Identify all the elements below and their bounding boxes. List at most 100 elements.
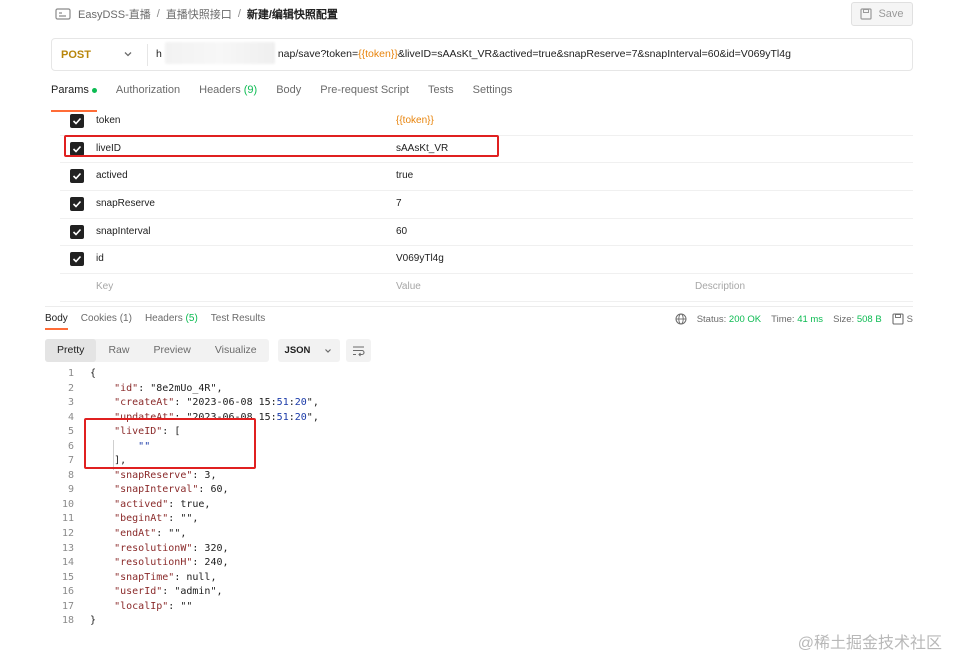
save-icon: [860, 8, 873, 20]
response-code[interactable]: 1{2 "id": "8e2mUo_4R", 3 "createAt": "202…: [45, 367, 319, 629]
tab-count: (9): [243, 84, 258, 96]
watermark: @稀土掘金技术社区: [797, 635, 942, 652]
tab-body[interactable]: Body: [276, 84, 301, 104]
format-options: Pretty Raw Preview Visualize: [45, 339, 269, 362]
save-button[interactable]: Save: [851, 2, 913, 26]
line-number: 10: [61, 498, 74, 510]
breadcrumb-separator: /: [156, 8, 160, 20]
code-line: 1{: [45, 367, 319, 382]
tab-cookies[interactable]: Cookies (1): [81, 313, 132, 324]
tab-count: (5): [185, 313, 198, 324]
check-icon: [72, 201, 82, 208]
language-label: JSON: [284, 345, 311, 356]
method-select[interactable]: POST: [52, 39, 147, 70]
param-key[interactable]: actived: [96, 163, 128, 189]
param-key[interactable]: snapReserve: [96, 191, 155, 217]
save-response-icon[interactable]: [892, 313, 904, 325]
param-value[interactable]: V069yTl4g: [396, 246, 444, 272]
line-number: 5: [67, 426, 74, 438]
format-preview[interactable]: Preview: [141, 339, 202, 362]
breadcrumb-item-2[interactable]: 直播快照接口: [166, 6, 232, 22]
save-response-label[interactable]: S: [907, 314, 913, 325]
tab-label: Headers: [199, 84, 241, 96]
url-input[interactable]: h nap/save?token={{token}}&liveID=sAAsKt_…: [156, 39, 791, 70]
param-key[interactable]: snapInterval: [96, 219, 150, 245]
response-bar: Body Cookies (1) Headers (5) Test Result…: [45, 306, 913, 331]
status-value[interactable]: 200 OK: [729, 314, 761, 325]
line-number: 16: [61, 586, 74, 598]
param-value[interactable]: 60: [396, 219, 407, 245]
param-value[interactable]: 7: [396, 191, 402, 217]
tab-headers[interactable]: Headers (9): [199, 84, 257, 104]
save-button-label: Save: [878, 8, 904, 20]
param-row: snapInterval 60: [60, 219, 913, 247]
checkbox[interactable]: [70, 197, 84, 212]
request-name[interactable]: 新建/编辑快照配置: [247, 6, 338, 22]
code-line: 15 "snapTime": null,: [45, 571, 319, 586]
code-line: 10 "actived": true,: [45, 498, 319, 513]
line-number: 7: [67, 455, 74, 467]
check-icon: [72, 256, 82, 264]
size-value[interactable]: 508 B: [857, 314, 882, 325]
line-number: 14: [61, 557, 74, 569]
code-line: 13 "resolutionW": 320,: [45, 542, 319, 557]
status-label: Status:: [696, 313, 727, 325]
code-line: 16 "userId": "admin",: [45, 585, 319, 600]
tab-test-results[interactable]: Test Results: [211, 313, 265, 324]
size-label: Size:: [833, 313, 855, 325]
check-icon: [72, 117, 82, 125]
response-status: Status: 200 OK Time: 41 ms Size: 508 B S: [675, 313, 913, 325]
tab-settings[interactable]: Settings: [473, 84, 513, 104]
param-key[interactable]: id: [96, 246, 104, 272]
tab-params[interactable]: Params: [51, 84, 97, 112]
param-key[interactable]: token: [96, 108, 120, 134]
line-number: 8: [67, 469, 74, 481]
new-value-input[interactable]: Value: [396, 274, 421, 300]
param-row: actived true: [60, 163, 913, 192]
checkbox[interactable]: [70, 169, 84, 184]
globe-icon: [675, 313, 687, 325]
breadcrumb-item-1[interactable]: EasyDSS-直播: [78, 6, 151, 22]
request-tabs: Params Authorization Headers (9) Body Pr…: [51, 84, 531, 112]
language-select[interactable]: JSON: [278, 339, 340, 362]
line-number: 4: [67, 411, 74, 423]
code-line: 3 "createAt": "2023-06-08 15:51:20",: [45, 396, 319, 411]
status-dot: [91, 87, 97, 93]
format-raw[interactable]: Raw: [96, 339, 141, 362]
new-key-input[interactable]: Key: [96, 274, 113, 300]
param-value[interactable]: true: [396, 163, 413, 189]
param-row: token {{token}}: [60, 108, 913, 136]
format-visualize[interactable]: Visualize: [203, 339, 269, 362]
tab-response-body[interactable]: Body: [45, 313, 68, 330]
line-number: 11: [61, 513, 74, 525]
tab-authorization[interactable]: Authorization: [116, 84, 180, 104]
tab-response-headers[interactable]: Headers (5): [145, 313, 198, 324]
param-value[interactable]: {{token}}: [396, 108, 434, 134]
code-line: 11 "beginAt": "",: [45, 512, 319, 527]
wrap-lines-button[interactable]: [346, 339, 371, 362]
url-path: nap/save?token=: [277, 48, 359, 60]
format-pretty[interactable]: Pretty: [45, 339, 97, 362]
wrap-lines-icon: [353, 346, 365, 357]
new-description-input[interactable]: Description: [695, 274, 745, 300]
checkbox[interactable]: [70, 252, 84, 267]
line-number: 1: [67, 368, 74, 379]
checkbox[interactable]: [70, 224, 84, 239]
tab-tests[interactable]: Tests: [428, 84, 454, 104]
tab-label: Headers: [144, 313, 183, 324]
line-number: 9: [67, 484, 74, 496]
tab-pre-request-script[interactable]: Pre-request Script: [320, 84, 409, 104]
param-row-new: Key Value Description: [60, 274, 913, 302]
method-label: POST: [61, 48, 91, 61]
checkbox[interactable]: [70, 114, 84, 128]
code-line: 2 "id": "8e2mUo_4R",: [45, 382, 319, 397]
code-line: 12 "endAt": "",: [45, 527, 319, 542]
divider: [147, 44, 148, 66]
line-number: 2: [67, 382, 74, 394]
url-bar: POST h nap/save?token={{token}}&liveID=sA…: [51, 38, 913, 71]
line-number: 3: [67, 397, 74, 409]
time-value[interactable]: 41 ms: [797, 314, 823, 325]
code-line: 9 "snapInterval": 60,: [45, 483, 319, 498]
tab-label: Cookies: [80, 313, 117, 324]
url-token: {{token}}: [358, 48, 398, 60]
